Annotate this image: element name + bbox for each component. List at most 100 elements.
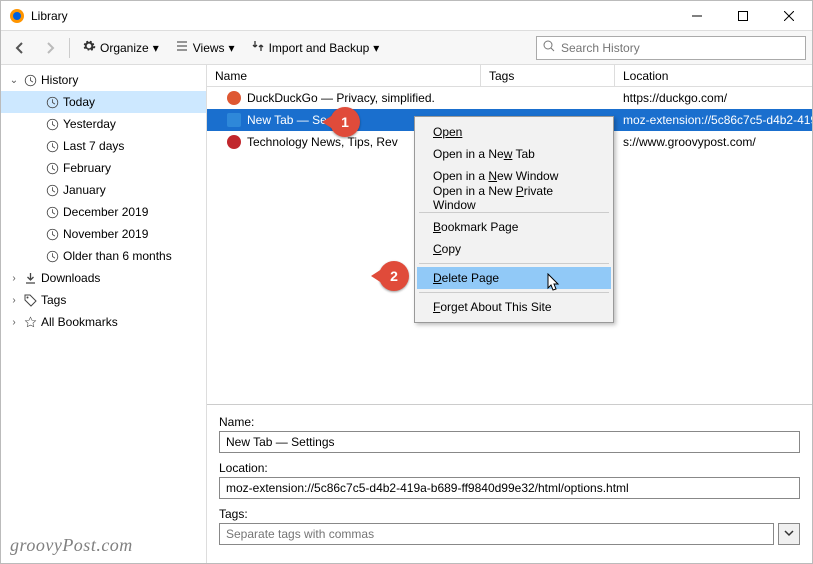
toolbar: Organize ▾ Views ▾ Import and Backup ▾: [1, 31, 812, 65]
sidebar-downloads[interactable]: › Downloads: [1, 267, 206, 289]
twisty-icon[interactable]: ⌄: [9, 75, 19, 86]
sidebar-tags[interactable]: › Tags: [1, 289, 206, 311]
clock-icon: [45, 183, 59, 197]
organize-label: Organize: [100, 41, 149, 55]
app-icon: [9, 8, 25, 24]
ctx-separator: [419, 292, 609, 293]
sidebar-all-bookmarks[interactable]: › All Bookmarks: [1, 311, 206, 333]
sidebar-item-label: History: [41, 73, 78, 87]
sidebar-item-label: February: [63, 161, 111, 175]
sidebar-older[interactable]: Older than 6 months: [1, 245, 206, 267]
clock-icon: [45, 205, 59, 219]
sidebar-today[interactable]: Today: [1, 91, 206, 113]
clock-icon: [45, 95, 59, 109]
views-button[interactable]: Views ▾: [169, 35, 241, 60]
col-location[interactable]: Location: [615, 65, 812, 86]
clock-icon: [45, 117, 59, 131]
sidebar-history[interactable]: ⌄ History: [1, 69, 206, 91]
favicon: [227, 91, 241, 105]
sidebar-january[interactable]: January: [1, 179, 206, 201]
clock-icon: [45, 227, 59, 241]
row-title: Technology News, Tips, Rev: [247, 135, 398, 149]
sidebar-last7[interactable]: Last 7 days: [1, 135, 206, 157]
search-box[interactable]: [536, 36, 806, 60]
col-tags[interactable]: Tags: [481, 65, 615, 86]
column-headers: Name Tags Location: [207, 65, 812, 87]
close-button[interactable]: [766, 1, 812, 31]
sidebar-nov2019[interactable]: November 2019: [1, 223, 206, 245]
detail-name-input[interactable]: [219, 431, 800, 453]
twisty-icon[interactable]: ›: [9, 317, 19, 328]
window-title: Library: [31, 9, 674, 23]
sidebar: ⌄ History Today Yesterday Last 7 days Fe…: [1, 65, 207, 563]
sidebar-item-label: Older than 6 months: [63, 249, 172, 263]
favicon: [227, 135, 241, 149]
sidebar-item-label: Last 7 days: [63, 139, 124, 153]
favicon: [227, 113, 241, 127]
sidebar-item-label: Tags: [41, 293, 66, 307]
twisty-icon[interactable]: ›: [9, 295, 19, 306]
detail-tags-input[interactable]: [219, 523, 774, 545]
maximize-button[interactable]: [720, 1, 766, 31]
sidebar-item-label: November 2019: [63, 227, 148, 241]
history-row[interactable]: DuckDuckGo — Privacy, simplified. https:…: [207, 87, 812, 109]
sidebar-item-label: Today: [63, 95, 95, 109]
ctx-separator: [419, 212, 609, 213]
clock-icon: [45, 161, 59, 175]
views-label: Views: [193, 41, 225, 55]
body: ⌄ History Today Yesterday Last 7 days Fe…: [1, 65, 812, 563]
row-location: https://duckgo.com/: [615, 91, 812, 105]
detail-name-label: Name:: [219, 415, 800, 429]
detail-tags-label: Tags:: [219, 507, 800, 521]
detail-location-label: Location:: [219, 461, 800, 475]
import-backup-button[interactable]: Import and Backup ▾: [245, 35, 386, 60]
import-icon: [251, 39, 265, 56]
sidebar-dec2019[interactable]: December 2019: [1, 201, 206, 223]
ctx-copy[interactable]: Copy: [417, 238, 611, 260]
sidebar-item-label: All Bookmarks: [41, 315, 118, 329]
cursor-icon: [547, 273, 563, 296]
sidebar-item-label: Yesterday: [63, 117, 116, 131]
watermark: groovyPost.com: [10, 535, 133, 556]
search-icon: [543, 40, 555, 55]
dropdown-icon: ▾: [373, 41, 379, 55]
minimize-button[interactable]: [674, 1, 720, 31]
details-pane: Name: Location: Tags:: [207, 404, 812, 563]
ctx-open-private[interactable]: Open in a New Private Window: [417, 187, 611, 209]
sidebar-february[interactable]: February: [1, 157, 206, 179]
annotation-marker-2: 2: [379, 261, 409, 291]
row-title: DuckDuckGo — Privacy, simplified.: [247, 91, 435, 105]
search-input[interactable]: [561, 41, 799, 55]
back-button[interactable]: [7, 37, 33, 59]
sidebar-item-label: January: [63, 183, 106, 197]
ctx-separator: [419, 263, 609, 264]
organize-button[interactable]: Organize ▾: [76, 35, 165, 60]
row-location: s://www.groovypost.com/: [615, 135, 812, 149]
sidebar-item-label: Downloads: [41, 271, 100, 285]
dropdown-icon: ▾: [153, 41, 159, 55]
ctx-open-tab[interactable]: Open in a New Tab: [417, 143, 611, 165]
sidebar-yesterday[interactable]: Yesterday: [1, 113, 206, 135]
ctx-open[interactable]: Open: [417, 121, 611, 143]
tags-dropdown-button[interactable]: [778, 523, 800, 545]
separator: [69, 38, 70, 58]
row-location: moz-extension://5c86c7c5-d4b2-419a-…: [615, 113, 812, 127]
forward-button[interactable]: [37, 37, 63, 59]
dropdown-icon: ▾: [229, 41, 235, 55]
detail-location-input[interactable]: [219, 477, 800, 499]
ctx-forget[interactable]: Forget About This Site: [417, 296, 611, 318]
twisty-icon[interactable]: ›: [9, 273, 19, 284]
download-icon: [23, 271, 37, 285]
chevron-down-icon: [784, 527, 794, 541]
col-name[interactable]: Name: [207, 65, 481, 86]
context-menu: Open Open in a New Tab Open in a New Win…: [414, 116, 614, 323]
titlebar: Library: [1, 1, 812, 31]
window-controls: [674, 1, 812, 31]
sidebar-item-label: December 2019: [63, 205, 148, 219]
clock-icon: [45, 139, 59, 153]
tag-icon: [23, 293, 37, 307]
ctx-delete[interactable]: Delete Page: [417, 267, 611, 289]
gear-icon: [82, 39, 96, 56]
clock-icon: [45, 249, 59, 263]
ctx-bookmark[interactable]: Bookmark Page: [417, 216, 611, 238]
